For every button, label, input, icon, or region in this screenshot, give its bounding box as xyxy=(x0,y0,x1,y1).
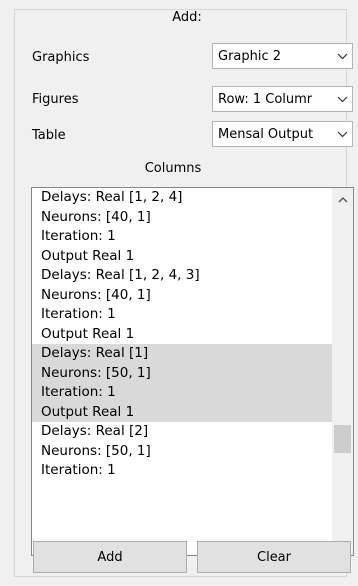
chevron-up-icon xyxy=(338,191,348,206)
add-group-title: Add: xyxy=(167,10,207,25)
columns-listbox[interactable]: Delays: Real [1, 2, 4] Neurons: [40, 1] It… xyxy=(31,187,354,556)
figures-label: Figures xyxy=(32,92,79,107)
vertical-scrollbar[interactable] xyxy=(332,188,353,555)
figures-select-value: Row: 1 Columr xyxy=(218,91,313,107)
list-item-line: Neurons: [50, 1] xyxy=(41,442,151,459)
list-item-line: Delays: Real [1] xyxy=(41,345,149,361)
list-item[interactable]: Delays: Real [1] Neurons: [50, 1] Iteratio… xyxy=(32,344,333,422)
chevron-down-icon xyxy=(332,53,352,60)
list-item-line: Neurons: [40, 1] xyxy=(41,208,151,225)
list-item[interactable]: Delays: Real [1, 2, 4] Neurons: [40, 1] It… xyxy=(32,188,333,266)
list-item-line: Neurons: [40, 1] xyxy=(41,286,151,303)
list-item-line: Iteration: 1 xyxy=(41,384,116,400)
list-item-line: Iteration: 1 xyxy=(41,228,116,244)
graphics-select-value: Graphic 2 xyxy=(218,48,282,64)
chevron-down-icon xyxy=(332,96,352,103)
graphics-label: Graphics xyxy=(32,50,90,65)
table-select[interactable]: Mensal Output xyxy=(212,121,353,147)
figures-select[interactable]: Row: 1 Columr xyxy=(212,86,353,112)
table-label: Table xyxy=(32,128,66,143)
list-item[interactable]: Delays: Real [2] Neurons: [50, 1] Iteratio… xyxy=(32,422,333,481)
list-item-line: Iteration: 1 xyxy=(41,462,116,478)
graphics-select[interactable]: Graphic 2 xyxy=(212,43,353,69)
chevron-down-icon xyxy=(332,131,352,138)
list-item[interactable]: Delays: Real [1, 2, 4, 3] Neurons: [40, 1… xyxy=(32,266,333,344)
list-item-line: Neurons: [50, 1] xyxy=(41,364,151,381)
list-item-line: Delays: Real [1, 2, 4] xyxy=(41,189,183,205)
list-item-line: Output Real 1 xyxy=(41,247,135,264)
columns-list: Delays: Real [1, 2, 4] Neurons: [40, 1] It… xyxy=(32,188,333,481)
list-item-line: Delays: Real [2] xyxy=(41,423,149,439)
list-item-line: Output Real 1 xyxy=(41,403,135,420)
scroll-up-button[interactable] xyxy=(332,188,353,208)
table-select-value: Mensal Output xyxy=(218,126,314,142)
add-button[interactable]: Add xyxy=(33,541,187,573)
list-item-line: Delays: Real [1, 2, 4, 3] xyxy=(41,267,200,283)
list-item-line: Iteration: 1 xyxy=(41,306,116,322)
list-item-line: Output Real 1 xyxy=(41,325,135,342)
clear-button[interactable]: Clear xyxy=(197,541,351,573)
columns-label: Columns xyxy=(144,161,202,176)
scroll-thumb[interactable] xyxy=(334,425,351,453)
